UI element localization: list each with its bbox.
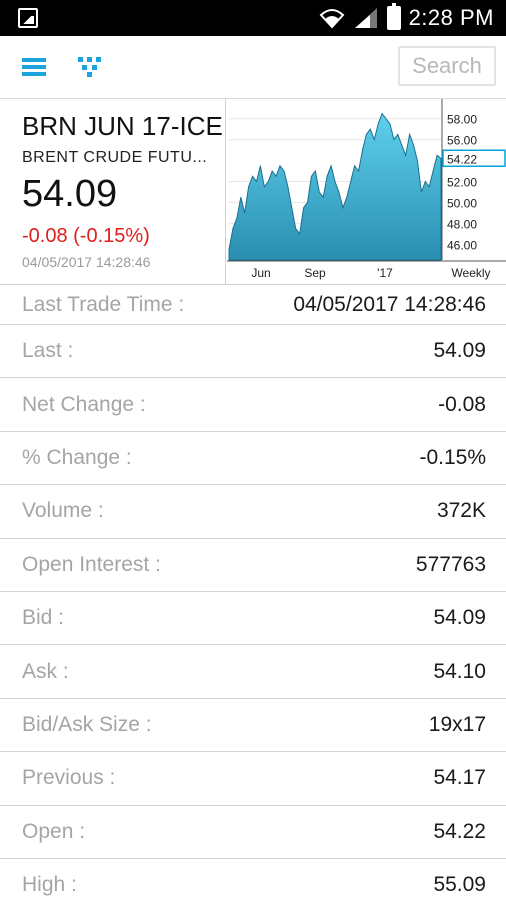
chart-y-tick-label: 52.00: [447, 176, 477, 190]
quote-price: 54.09: [22, 173, 118, 215]
table-row: High : 55.09: [0, 859, 506, 900]
detail-label: Last Trade Time :: [22, 292, 185, 316]
gallery-notification-icon: [18, 8, 38, 28]
detail-label: Open :: [22, 819, 86, 843]
chart-x-tick-label: '17: [377, 266, 393, 280]
detail-label: High :: [22, 873, 77, 897]
detail-value: -0.08: [438, 392, 486, 416]
chart-x-tick-label: Sep: [304, 266, 326, 280]
chart-series-area: [228, 112, 442, 261]
detail-label: Previous :: [22, 766, 116, 790]
detail-value: 54.10: [433, 659, 486, 683]
chart-y-tick-label: 56.00: [447, 134, 477, 148]
chart-y-tick-label: 54.22: [447, 152, 477, 166]
detail-value: 04/05/2017 14:28:46: [293, 292, 486, 316]
detail-label: Open Interest :: [22, 552, 161, 576]
detail-label: % Change :: [22, 445, 132, 469]
detail-value: -0.15%: [419, 445, 486, 469]
signal-icon: [354, 8, 377, 28]
table-row: Open Interest : 577763: [0, 539, 506, 592]
chart-y-tick-label: 50.00: [447, 196, 477, 210]
search-input[interactable]: Search: [398, 46, 496, 86]
quote-name: BRENT CRUDE FUTU...: [22, 149, 208, 166]
table-row: Open : 54.22: [0, 806, 506, 859]
detail-value: 577763: [415, 552, 486, 576]
detail-label: Volume :: [22, 499, 104, 523]
table-row: Previous : 54.17: [0, 752, 506, 806]
table-row: Bid/Ask Size : 19x17: [0, 699, 506, 753]
detail-value: 54.17: [433, 766, 486, 790]
detail-value: 54.09: [433, 339, 486, 363]
price-chart[interactable]: 58.00 56.00 54.22 52.00 50.00 48.00 46.00 Jun Se…: [227, 99, 506, 285]
table-row: Bid : 54.09: [0, 592, 506, 646]
quote-symbol: BRN JUN 17-ICE: [22, 111, 223, 141]
status-bar: 2:28 PM: [0, 0, 506, 36]
chart-y-tick-label: 48.00: [447, 217, 477, 231]
detail-label: Last :: [22, 339, 74, 363]
quote-summary: BRN JUN 17-ICE BRENT CRUDE FUTU... 54.09…: [0, 99, 226, 285]
quote-change: -0.08 (-0.15%): [22, 225, 150, 247]
detail-value: 372K: [436, 499, 486, 523]
detail-value: 54.09: [433, 606, 486, 630]
detail-value: 19x17: [428, 712, 486, 736]
dropdown-dots-icon[interactable]: [76, 54, 104, 80]
detail-value: 54.22: [433, 819, 486, 843]
chart-x-tick-label: Jun: [251, 266, 270, 280]
quote-header: BRN JUN 17-ICE BRENT CRUDE FUTU... 54.09…: [0, 99, 506, 285]
app-toolbar: Search: [0, 36, 506, 99]
hamburger-menu-icon[interactable]: [22, 56, 46, 78]
quote-details-table: Last Trade Time :04/05/2017 14:28:46 Last…: [0, 285, 506, 900]
chart-y-tick-label: 58.00: [447, 113, 477, 127]
table-row: Last Trade Time : 04/05/2017 14:28:46: [0, 285, 506, 325]
quote-timestamp: 04/05/2017 14:28:46: [22, 254, 151, 270]
table-row: % Change : -0.15%: [0, 432, 506, 486]
detail-label: Ask :: [22, 659, 69, 683]
chart-y-tick-label: 46.00: [447, 238, 477, 252]
table-row: Last : 54.09: [0, 325, 506, 379]
wifi-icon: [319, 9, 344, 29]
status-icons: 2:28 PM: [319, 0, 494, 36]
detail-label: Bid/Ask Size :: [22, 712, 152, 736]
table-row: Volume : 372K: [0, 485, 506, 539]
detail-label: Net Change :: [22, 392, 146, 416]
detail-label: Bid :: [22, 606, 65, 630]
chart-period-label: Weekly: [451, 266, 490, 280]
table-row: Net Change : -0.08: [0, 378, 506, 432]
detail-value: 55.09: [433, 873, 486, 897]
battery-icon: [386, 3, 401, 30]
table-row: Ask : 54.10: [0, 645, 506, 699]
status-time: 2:28 PM: [408, 5, 494, 30]
